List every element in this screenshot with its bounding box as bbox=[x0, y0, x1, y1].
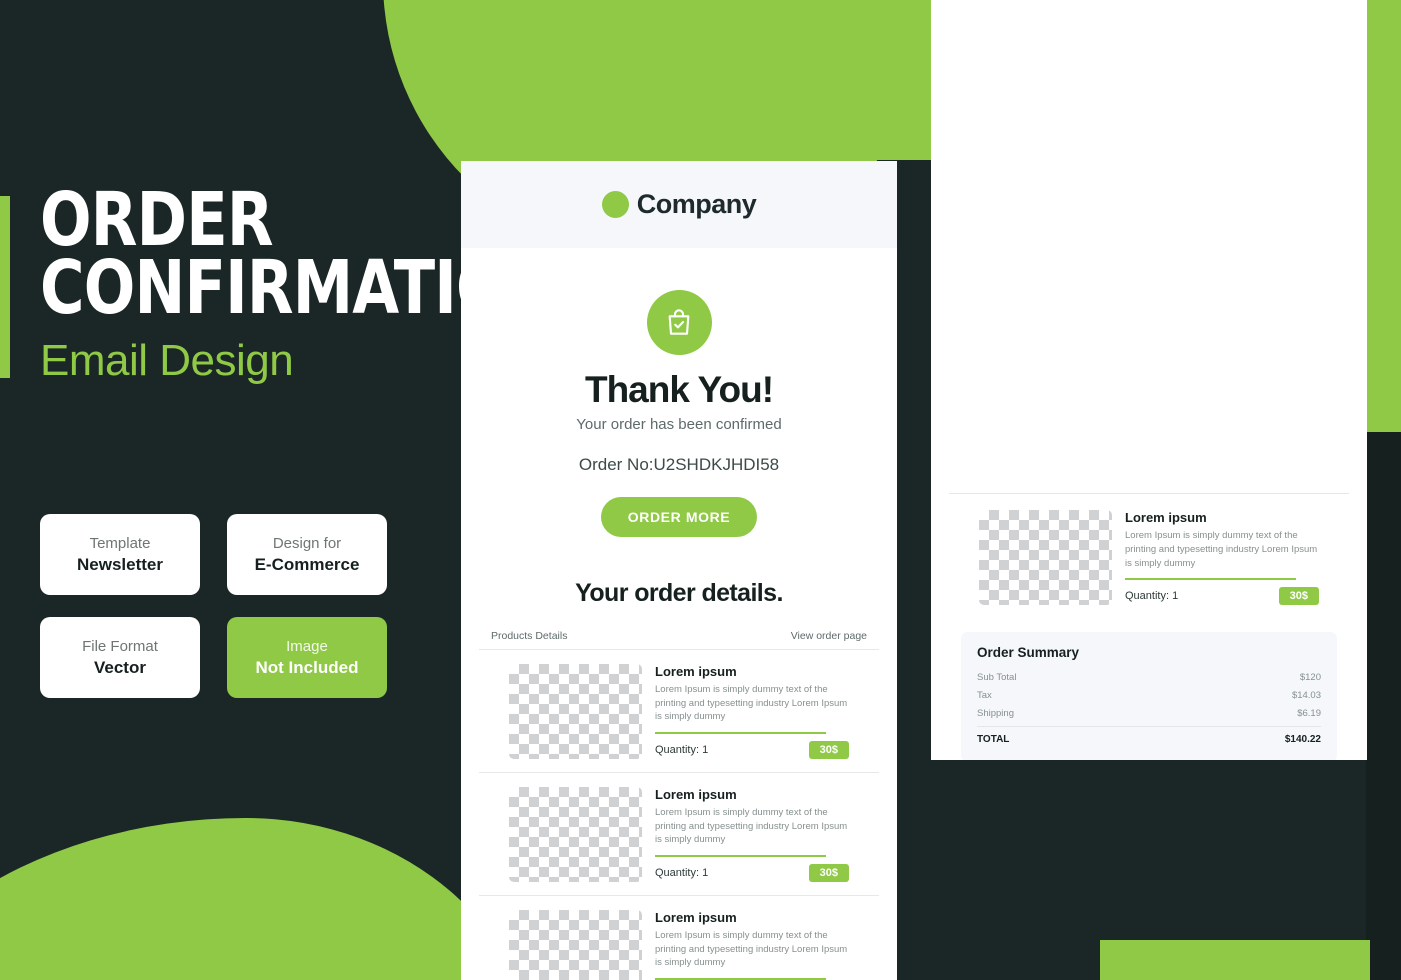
confirmation-subtext: Your order has been confirmed bbox=[576, 415, 782, 433]
order-more-button[interactable]: ORDER MORE bbox=[600, 496, 758, 537]
product-description: Lorem Ipsum is simply dummy text of the … bbox=[1125, 530, 1318, 569]
products-list-header: Products Details View order page bbox=[479, 630, 879, 650]
order-number: Order No:U2SHDKJHDI58 bbox=[578, 454, 780, 474]
meta-card-value: Vector bbox=[94, 657, 146, 677]
product-title: Lorem ipsum bbox=[655, 663, 737, 679]
summary-total-label: TOTAL bbox=[977, 734, 1010, 745]
product-quantity: Quantity: 1 bbox=[1125, 589, 1179, 602]
product-quantity: Quantity: 1 bbox=[655, 866, 709, 879]
thank-you-heading: Thank You! bbox=[584, 369, 774, 410]
product-title: Lorem ipsum bbox=[1125, 510, 1207, 525]
meta-card-label: Template bbox=[89, 534, 151, 552]
meta-card-label: Design for bbox=[272, 534, 342, 552]
order-summary-heading: Order Summary bbox=[977, 645, 1080, 660]
product-price-badge: 30$ bbox=[1278, 586, 1319, 605]
company-name: Company bbox=[636, 189, 757, 219]
green-left-accent-bar bbox=[0, 196, 10, 378]
product-quantity: Quantity: 1 bbox=[655, 743, 709, 756]
meta-card-design-for: Design for E-Commerce bbox=[227, 514, 387, 595]
page-title-line2: CONFIRMATION bbox=[40, 245, 558, 332]
meta-card-template: Template Newsletter bbox=[40, 514, 200, 595]
table-row: Lorem ipsum Lorem Ipsum is simply dummy … bbox=[479, 773, 879, 896]
product-title: Lorem ipsum bbox=[655, 909, 737, 925]
view-order-page-link[interactable]: View order page bbox=[791, 630, 867, 642]
meta-card-grid: Template Newsletter Design for E-Commerc… bbox=[40, 514, 387, 698]
table-row: Lorem ipsum Lorem Ipsum is simply dummy … bbox=[479, 896, 879, 980]
hero-heading-block: ORDER CONFIRMATION Email Design bbox=[40, 183, 558, 386]
summary-value: $14.03 bbox=[1291, 689, 1321, 701]
email-preview-center: Company Thank You! Your order has been c… bbox=[461, 161, 897, 980]
summary-row-sub-total: Sub Total $120 bbox=[977, 668, 1321, 686]
email-preview-right: Lorem ipsum Lorem Ipsum is simply dummy … bbox=[931, 0, 1367, 760]
summary-total-value: $140.22 bbox=[1284, 734, 1321, 745]
product-divider bbox=[655, 732, 826, 734]
product-footer: Quantity: 1 30$ bbox=[1125, 586, 1319, 605]
product-divider bbox=[1125, 578, 1296, 580]
product-description: Lorem Ipsum is simply dummy text of the … bbox=[655, 806, 848, 846]
product-image-placeholder bbox=[509, 786, 642, 882]
meta-card-label: File Format bbox=[82, 637, 158, 655]
summary-row-tax: Tax $14.03 bbox=[977, 686, 1321, 704]
summary-value: $120 bbox=[1299, 671, 1321, 683]
green-top-fill-shape bbox=[660, 0, 960, 160]
summary-value: $6.19 bbox=[1297, 707, 1321, 719]
table-row: Lorem ipsum Lorem Ipsum is simply dummy … bbox=[949, 493, 1349, 618]
dark-right-edge-shape bbox=[1366, 432, 1401, 980]
meta-card-value: Not Included bbox=[255, 657, 359, 677]
product-info: Lorem ipsum Lorem Ipsum is simply dummy … bbox=[1125, 510, 1319, 605]
product-image-placeholder bbox=[509, 663, 642, 759]
product-info: Lorem ipsum Lorem Ipsum is simply dummy … bbox=[655, 910, 849, 980]
summary-label: Shipping bbox=[977, 707, 1014, 719]
product-image-placeholder bbox=[979, 510, 1112, 605]
green-bottom-right-shape bbox=[1100, 940, 1370, 980]
summary-label: Tax bbox=[977, 689, 992, 701]
email-brand-header: Company bbox=[461, 161, 897, 248]
table-row: Lorem ipsum Lorem Ipsum is simply dummy … bbox=[479, 650, 879, 773]
order-details-heading: Your order details. bbox=[575, 578, 783, 607]
product-price-badge: 30$ bbox=[808, 740, 849, 759]
page-title: ORDER CONFIRMATION bbox=[40, 183, 558, 332]
company-logo-icon bbox=[601, 191, 629, 218]
product-description: Lorem Ipsum is simply dummy text of the … bbox=[655, 929, 848, 969]
green-right-edge-shape bbox=[1366, 0, 1401, 432]
product-divider bbox=[655, 978, 826, 980]
page-subtitle: Email Design bbox=[40, 336, 294, 386]
product-divider bbox=[655, 855, 826, 857]
green-blob-shape bbox=[0, 818, 540, 980]
product-description: Lorem Ipsum is simply dummy text of the … bbox=[655, 683, 848, 723]
product-title: Lorem ipsum bbox=[655, 786, 737, 802]
product-footer: Quantity: 1 30$ bbox=[655, 863, 849, 882]
products-details-label: Products Details bbox=[491, 629, 568, 642]
shopping-bag-check-icon bbox=[646, 290, 712, 355]
order-summary-box: Order Summary Sub Total $120 Tax $14.03 … bbox=[961, 632, 1337, 760]
product-info: Lorem ipsum Lorem Ipsum is simply dummy … bbox=[655, 787, 849, 882]
summary-label: Sub Total bbox=[977, 671, 1017, 683]
product-info: Lorem ipsum Lorem Ipsum is simply dummy … bbox=[655, 664, 849, 759]
product-price-badge: 30$ bbox=[808, 863, 849, 882]
summary-row-total: TOTAL $140.22 bbox=[977, 726, 1321, 749]
meta-card-value: Newsletter bbox=[77, 554, 163, 574]
meta-card-file-format: File Format Vector bbox=[40, 617, 200, 698]
thank-you-block: Thank You! Your order has been confirmed… bbox=[461, 248, 897, 537]
summary-row-shipping: Shipping $6.19 bbox=[977, 704, 1321, 722]
meta-card-value: E-Commerce bbox=[254, 554, 360, 574]
meta-card-image: Image Not Included bbox=[227, 617, 387, 698]
meta-card-label: Image bbox=[286, 637, 328, 655]
product-footer: Quantity: 1 30$ bbox=[655, 740, 849, 759]
product-image-placeholder bbox=[509, 909, 642, 980]
